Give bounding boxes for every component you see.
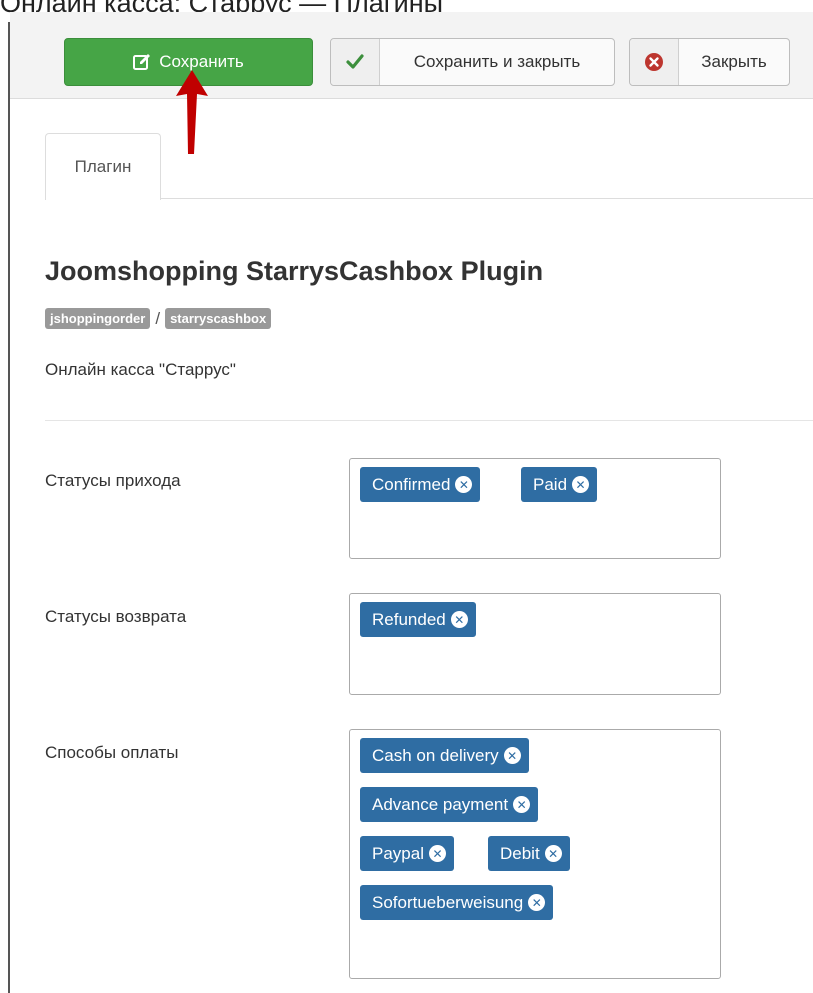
badge-separator: / bbox=[155, 308, 161, 328]
tag-chip: Sofortueberweisung ✕ bbox=[360, 885, 554, 920]
plugin-badges: jshoppingorder / starryscashbox bbox=[45, 308, 272, 329]
tag-chip: Refunded ✕ bbox=[360, 602, 476, 637]
section-divider bbox=[45, 420, 813, 421]
save-and-close-button[interactable]: Сохранить и закрыть bbox=[330, 38, 615, 86]
save-and-close-label: Сохранить и закрыть bbox=[413, 52, 581, 71]
tag-label: Sofortueberweisung bbox=[372, 892, 524, 912]
remove-tag-icon[interactable]: ✕ bbox=[503, 747, 521, 764]
edit-icon bbox=[133, 53, 151, 71]
tag-label: Paid bbox=[533, 474, 568, 494]
income-statuses-select[interactable]: Confirmed ✕ Paid ✕ bbox=[349, 458, 721, 559]
tag-chip: Advance payment ✕ bbox=[360, 787, 539, 822]
close-circle-icon bbox=[630, 39, 679, 85]
tag-label: Debit bbox=[500, 843, 540, 863]
red-arrow-annotation bbox=[176, 70, 208, 154]
remove-tag-icon[interactable]: ✕ bbox=[572, 476, 590, 493]
tag-label: Advance payment bbox=[372, 794, 509, 814]
tab-plugin[interactable]: Плагин bbox=[45, 133, 161, 200]
refund-statuses-label: Статусы возврата bbox=[45, 607, 187, 626]
tag-chip: Paid ✕ bbox=[521, 467, 598, 502]
remove-tag-icon[interactable]: ✕ bbox=[528, 894, 546, 911]
plugin-description: Онлайн касса "Старрус" bbox=[45, 360, 236, 379]
tag-label: Confirmed bbox=[372, 474, 451, 494]
tag-chip: Paypal ✕ bbox=[360, 836, 454, 871]
close-label: Закрыть bbox=[701, 52, 767, 71]
tag-label: Cash on delivery bbox=[372, 745, 499, 765]
tag-chip: Confirmed ✕ bbox=[360, 467, 481, 502]
plugin-title: Joomshopping StarrysCashbox Plugin bbox=[45, 256, 544, 286]
tag-label: Paypal bbox=[372, 843, 424, 863]
tab-divider bbox=[160, 198, 813, 199]
check-icon bbox=[331, 39, 380, 85]
element-badge: starryscashbox bbox=[165, 308, 272, 329]
tag-chip: Debit ✕ bbox=[488, 836, 570, 871]
refund-statuses-select[interactable]: Refunded ✕ bbox=[349, 593, 721, 695]
group-badge: jshoppingorder bbox=[45, 308, 151, 329]
toolbar: Сохранить Сохранить и закрыть Закрыть bbox=[10, 12, 813, 99]
remove-tag-icon[interactable]: ✕ bbox=[513, 796, 531, 813]
remove-tag-icon[interactable]: ✕ bbox=[544, 845, 562, 862]
remove-tag-icon[interactable]: ✕ bbox=[455, 476, 473, 493]
income-statuses-label: Статусы прихода bbox=[45, 471, 181, 490]
remove-tag-icon[interactable]: ✕ bbox=[450, 611, 468, 628]
payment-methods-label: Способы оплаты bbox=[45, 743, 179, 762]
tag-label: Refunded bbox=[372, 609, 446, 629]
close-button[interactable]: Закрыть bbox=[629, 38, 790, 86]
payment-methods-select[interactable]: Cash on delivery ✕ Advance payment ✕ Pay… bbox=[349, 729, 721, 979]
tag-chip: Cash on delivery ✕ bbox=[360, 738, 529, 773]
remove-tag-icon[interactable]: ✕ bbox=[428, 845, 446, 862]
window-left-border bbox=[8, 22, 10, 993]
